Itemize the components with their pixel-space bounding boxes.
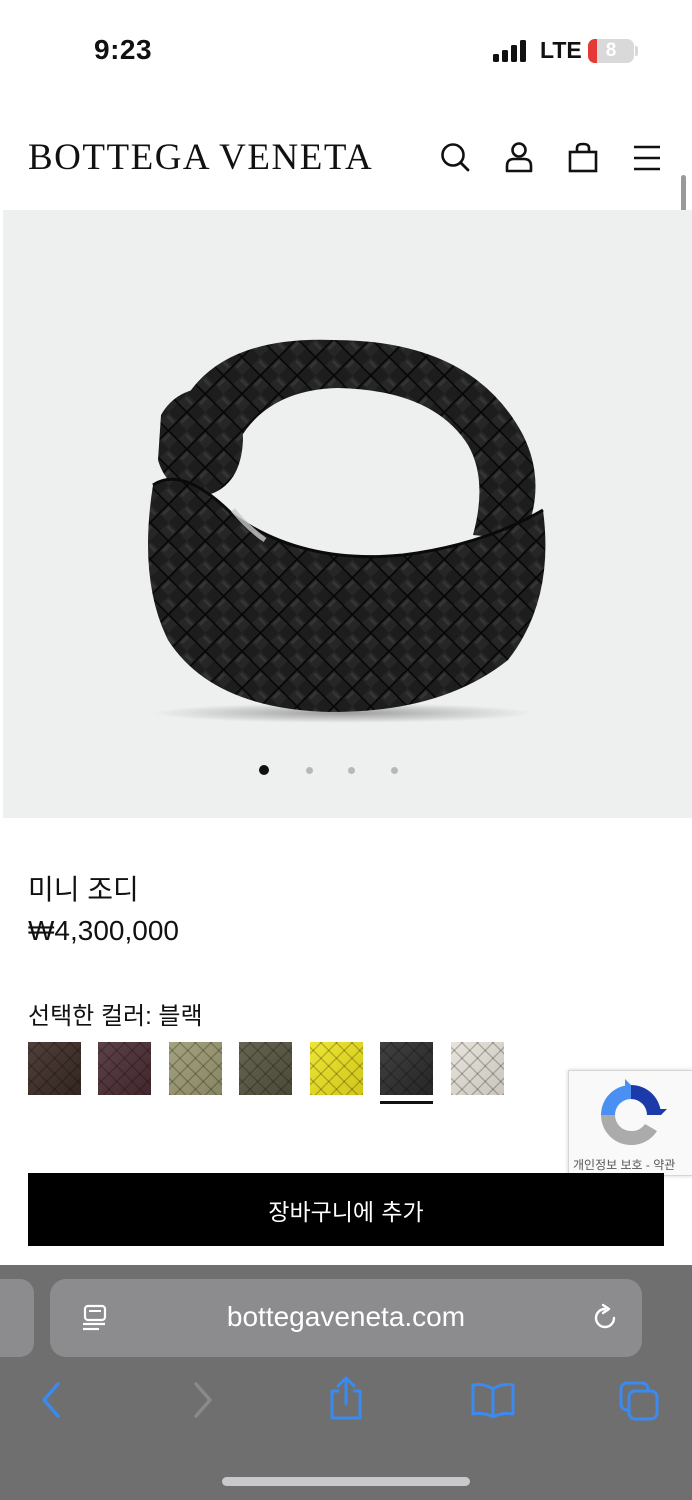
reload-icon[interactable]	[590, 1303, 620, 1333]
color-swatch-yellow[interactable]	[310, 1042, 363, 1095]
battery-level: 8	[605, 40, 617, 61]
color-swatch-black[interactable]	[380, 1042, 433, 1095]
color-swatch-dark-olive[interactable]	[239, 1042, 292, 1095]
shopping-bag-icon[interactable]	[566, 140, 600, 174]
address-bar[interactable]: bottegaveneta.com	[50, 1279, 642, 1357]
product-photo	[148, 339, 546, 723]
color-swatch-dark-brown[interactable]	[28, 1042, 81, 1095]
search-icon[interactable]	[438, 140, 472, 174]
battery-icon: 8	[588, 39, 634, 63]
color-swatch-cream[interactable]	[451, 1042, 504, 1095]
status-time: 9:23	[94, 34, 153, 65]
color-swatches	[28, 1042, 528, 1106]
carousel-dot[interactable]	[391, 767, 398, 774]
carousel-dot[interactable]	[306, 767, 313, 774]
share-icon[interactable]	[326, 1375, 366, 1421]
recaptcha-icon	[601, 1079, 667, 1146]
carousel-dot[interactable]	[348, 767, 355, 774]
status-bar: 9:23 LTE 8	[0, 0, 692, 100]
color-swatch-burgundy[interactable]	[98, 1042, 151, 1095]
product-name: 미니 조디	[28, 874, 139, 905]
network-type: LTE	[540, 37, 582, 63]
signal-bars-icon	[493, 40, 529, 62]
browser-toolbar: bottegaveneta.com	[0, 1265, 692, 1500]
previous-tab-peek[interactable]	[0, 1279, 34, 1357]
back-icon[interactable]	[32, 1380, 72, 1420]
account-icon[interactable]	[502, 140, 536, 174]
carousel-dot[interactable]	[259, 765, 269, 775]
url-text[interactable]: bottegaveneta.com	[50, 1301, 642, 1333]
menu-icon[interactable]	[630, 140, 664, 174]
bookmarks-icon[interactable]	[470, 1380, 516, 1420]
recaptcha-badge[interactable]: 개인정보 보호 - 약관	[568, 1070, 692, 1176]
product-price: ₩4,300,000	[28, 915, 179, 946]
recaptcha-links[interactable]: 개인정보 보호 - 약관	[573, 1156, 675, 1173]
tabs-icon[interactable]	[618, 1380, 660, 1422]
site-header: BOTTEGA VENETA	[0, 100, 692, 210]
selected-color-label: 선택한 컬러: 블랙	[28, 1003, 203, 1030]
product-image-carousel[interactable]	[3, 210, 692, 818]
brand-logo[interactable]: BOTTEGA VENETA	[28, 136, 373, 179]
home-indicator	[222, 1477, 470, 1486]
add-to-cart-button[interactable]: 장바구니에 추가	[28, 1173, 664, 1246]
color-swatch-olive[interactable]	[169, 1042, 222, 1095]
carousel-dots	[3, 765, 692, 777]
battery-cap	[635, 46, 638, 56]
selected-swatch-indicator	[380, 1101, 433, 1104]
forward-icon[interactable]	[182, 1380, 222, 1420]
